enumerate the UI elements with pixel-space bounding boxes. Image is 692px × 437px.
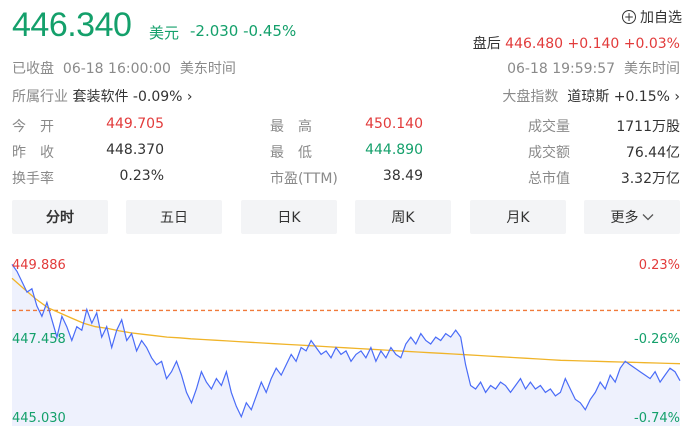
market-status: 已收盘 06-18 16:00:00 美东时间 <box>12 58 236 78</box>
stat-label: 成交额 <box>528 145 570 161</box>
close-time: 06-18 16:00:00 <box>62 61 171 77</box>
y-label-pct-low: -0.74% <box>634 411 680 426</box>
after-time: 06-18 19:59:57 <box>507 61 616 77</box>
stat-value: 3.32万亿 <box>620 171 680 187</box>
stat-value: 444.890 <box>365 142 423 158</box>
stat-value: 76.44亿 <box>625 145 680 161</box>
stat-label: 换手率 <box>12 171 54 187</box>
chevron-right-icon: › <box>674 89 680 105</box>
industry-label: 所属行业 <box>12 89 68 105</box>
last-price: 446.340 <box>12 6 132 44</box>
market-index-link[interactable]: 大盘指数 道琼斯 +0.15% › <box>502 86 680 106</box>
currency-label: 美元 <box>149 24 180 42</box>
industry-change: -0.09% <box>132 89 183 105</box>
market-index-label: 大盘指数 <box>502 89 559 105</box>
industry-name: 套装软件 <box>72 89 129 105</box>
after-hours-quote: 盘后 446.480 +0.140 +0.03% <box>473 33 680 53</box>
plus-circle-icon: + <box>622 10 636 24</box>
intraday-chart[interactable]: 449.886 447.458 445.030 0.23% -0.26% -0.… <box>0 246 692 437</box>
tab-monthly-k[interactable]: 月K <box>470 200 566 234</box>
timezone: 美东时间 <box>179 61 236 77</box>
stat-value: 1711万股 <box>616 119 680 135</box>
market-index-name: 道琼斯 <box>567 89 610 105</box>
stat-label: 最 低 <box>270 145 312 161</box>
price-change-pct: -0.45% <box>243 22 297 40</box>
stat-value: 0.23% <box>119 168 164 184</box>
chevron-down-icon <box>642 214 653 221</box>
price-change-abs: -2.030 <box>190 22 239 40</box>
chart-period-tabs: 分时 五日 日K 周K 月K 更多 <box>12 200 680 234</box>
stat-label: 最 高 <box>270 119 312 135</box>
market-state: 已收盘 <box>12 61 54 77</box>
after-hours-label: 盘后 <box>472 36 501 52</box>
tab-weekly-k[interactable]: 周K <box>355 200 451 234</box>
after-hours-change: +0.140 <box>567 36 620 52</box>
intraday-chart-svg <box>11 264 681 426</box>
stat-label: 总市值 <box>528 171 570 187</box>
after-timezone: 美东时间 <box>624 61 680 77</box>
y-label-low: 445.030 <box>12 411 66 426</box>
stat-value: 38.49 <box>382 168 423 184</box>
y-label-pct-mid: -0.26% <box>634 332 680 347</box>
tab-five-day[interactable]: 五日 <box>126 200 222 234</box>
market-index-change: +0.15% <box>613 89 670 105</box>
add-to-watchlist-button[interactable]: + 加自选 <box>622 7 682 27</box>
y-label-mid: 447.458 <box>12 332 66 347</box>
industry-link[interactable]: 所属行业 套装软件 -0.09% › <box>12 86 193 106</box>
stat-label: 昨 收 <box>12 145 54 161</box>
stat-value: 450.140 <box>365 116 423 132</box>
after-hours-change-pct: +0.03% <box>623 36 680 52</box>
tab-daily-k[interactable]: 日K <box>241 200 337 234</box>
add-to-watchlist-label: 加自选 <box>640 10 682 26</box>
stat-label: 成交量 <box>528 119 570 135</box>
chevron-right-icon: › <box>186 89 193 105</box>
stat-value: 448.370 <box>106 142 164 158</box>
tab-more[interactable]: 更多 <box>584 200 680 234</box>
y-label-high: 449.886 <box>12 258 66 273</box>
after-hours-time: 06-18 19:59:57 美东时间 <box>507 58 680 78</box>
tab-intraday[interactable]: 分时 <box>12 200 108 234</box>
y-label-pct-high: 0.23% <box>638 258 680 273</box>
stat-value: 449.705 <box>106 116 164 132</box>
price-change: -2.030 -0.45% <box>190 22 296 40</box>
stat-label: 市盈(TTM) <box>270 171 338 187</box>
stat-label: 今 开 <box>12 119 54 135</box>
tab-more-label: 更多 <box>610 210 639 226</box>
after-hours-price: 446.480 <box>505 36 564 52</box>
